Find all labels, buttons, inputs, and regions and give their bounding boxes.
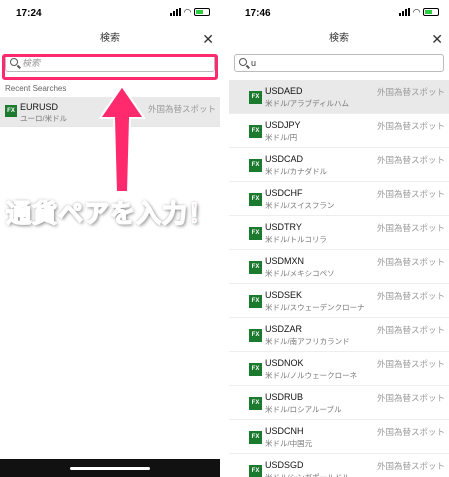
fx-icon: FX	[249, 91, 262, 104]
status-time: 17:24	[16, 8, 42, 19]
battery-icon	[423, 8, 439, 16]
item-symbol: USDJPY	[265, 120, 301, 130]
status-bar: 17:24 ◠	[0, 0, 220, 24]
item-symbol: USDTRY	[265, 222, 302, 232]
search-icon	[239, 58, 247, 66]
close-icon[interactable]: ✕	[431, 24, 443, 54]
results-list: FX USDAED 米ドル/アラブディルハム 外国為替スポット FX USDJPY 米ドル/…	[229, 80, 449, 477]
annotation-callout: 通貨ペアを入力！	[5, 199, 215, 229]
divider	[220, 0, 229, 477]
list-item[interactable]: FX USDAED 米ドル/アラブディルハム 外国為替スポット	[229, 80, 449, 114]
item-category: 外国為替スポット	[376, 257, 445, 267]
item-name: 米ドル/スイスフラン	[265, 201, 335, 210]
list-item[interactable]: FX USDJPY 米ドル/円 外国為替スポット	[229, 114, 449, 148]
item-symbol: USDAED	[265, 86, 303, 96]
search-header: 検索 ✕	[229, 24, 449, 54]
fx-icon: FX	[249, 329, 262, 342]
list-item[interactable]: FX USDMXN 米ドル/メキシコペソ 外国為替スポット	[229, 250, 449, 284]
item-symbol: USDCNH	[265, 426, 304, 436]
fx-icon: FX	[249, 227, 262, 240]
list-item[interactable]: FXUSDSGD 米ドル/シンガポールドル 外国為替スポット	[229, 454, 449, 477]
fx-icon: FX	[249, 397, 262, 410]
fx-icon: FX	[5, 105, 17, 117]
item-category: 外国為替スポット	[147, 104, 216, 114]
search-value: u	[251, 58, 257, 68]
item-category: 外国為替スポット	[376, 155, 445, 165]
item-symbol: USDRUB	[265, 392, 304, 402]
fx-icon: FX	[249, 363, 262, 376]
item-name: 米ドル/中国元	[265, 439, 313, 448]
item-category: 外国為替スポット	[376, 325, 445, 335]
left-screen: 17:24 ◠ 検索 ✕ 検索 Recent Searches FX EURUS…	[0, 0, 220, 477]
fx-icon: FX	[249, 159, 262, 172]
item-name: 米ドル/トルコリラ	[265, 235, 327, 244]
item-symbol: EURUSD	[20, 102, 59, 112]
item-name: 米ドル/アラブディルハム	[265, 99, 350, 108]
list-item[interactable]: FX USDCAD 米ドル/カナダドル 外国為替スポット	[229, 148, 449, 182]
item-category: 外国為替スポット	[376, 223, 445, 233]
fx-icon: FX	[249, 125, 262, 138]
signal-icon	[170, 8, 182, 16]
list-item[interactable]: FX USDSEK 米ドル/スウェーデンクローナ 外国為替スポット	[229, 284, 449, 318]
item-category: 外国為替スポット	[376, 87, 445, 97]
item-name: 米ドル/ノルウェークローネ	[265, 371, 358, 380]
item-symbol: USDSGD	[265, 460, 304, 470]
signal-icon	[399, 8, 411, 16]
item-category: 外国為替スポット	[376, 427, 445, 437]
item-category: 外国為替スポット	[376, 461, 445, 471]
list-item[interactable]: FX USDNOK 米ドル/ノルウェークローネ 外国為替スポット	[229, 352, 449, 386]
close-icon[interactable]: ✕	[202, 24, 214, 54]
fx-icon: FX	[249, 295, 262, 308]
item-name: 米ドル/カナダドル	[265, 167, 328, 176]
item-name: 米ドル/ロシアルーブル	[265, 405, 342, 414]
item-symbol: USDZAR	[265, 324, 303, 334]
wifi-icon: ◠	[184, 7, 191, 17]
wifi-icon: ◠	[413, 7, 420, 17]
item-category: 外国為替スポット	[376, 359, 445, 369]
item-symbol: USDNOK	[265, 358, 304, 368]
item-category: 外国為替スポット	[376, 189, 445, 199]
item-name: 米ドル/スウェーデンクローナ	[265, 303, 365, 312]
item-category: 外国為替スポット	[376, 121, 445, 131]
list-item[interactable]: FX USDCHF 米ドル/スイスフラン 外国為替スポット	[229, 182, 449, 216]
item-name: 米ドル/シンガポールドル	[265, 472, 350, 477]
list-item[interactable]: FX USDZAR 米ドル/南アフリカランド 外国為替スポット	[229, 318, 449, 352]
home-indicator	[0, 459, 220, 477]
item-symbol: USDCAD	[265, 154, 304, 164]
arrow-up-icon	[98, 84, 146, 193]
right-screen: 17:46 ◠ 検索 ✕ u FX USDAED 米ドル/アラブディルハム 外国為替ス…	[229, 0, 449, 477]
item-name: 米ドル/メキシコペソ	[265, 269, 335, 278]
item-symbol: USDSEK	[265, 290, 303, 300]
fx-icon: FX	[249, 193, 262, 206]
status-time: 17:46	[245, 8, 271, 19]
page-title: 検索	[329, 33, 349, 44]
item-symbol: USDMXN	[265, 256, 305, 266]
search-header: 検索 ✕	[0, 24, 220, 54]
list-item[interactable]: FX USDCNH 米ドル/中国元 外国為替スポット	[229, 420, 449, 454]
page-title: 検索	[100, 33, 120, 44]
item-name: 米ドル/南アフリカランド	[265, 337, 350, 346]
item-symbol: USDCHF	[265, 188, 303, 198]
search-input[interactable]: u	[234, 54, 444, 72]
list-item[interactable]: FX USDTRY 米ドル/トルコリラ 外国為替スポット	[229, 216, 449, 250]
item-name: 米ドル/円	[265, 133, 298, 142]
battery-icon	[194, 8, 210, 16]
list-item[interactable]: FX USDRUB 米ドル/ロシアルーブル 外国為替スポット	[229, 386, 449, 420]
fx-icon: FX	[249, 431, 262, 444]
status-bar: 17:46 ◠	[229, 0, 449, 24]
item-name: ユーロ/米ドル	[20, 114, 68, 123]
fx-icon: FX	[249, 261, 262, 274]
search-highlight-frame	[2, 54, 218, 80]
item-category: 外国為替スポット	[376, 291, 445, 301]
fx-icon: FX	[249, 465, 262, 477]
item-category: 外国為替スポット	[376, 393, 445, 403]
